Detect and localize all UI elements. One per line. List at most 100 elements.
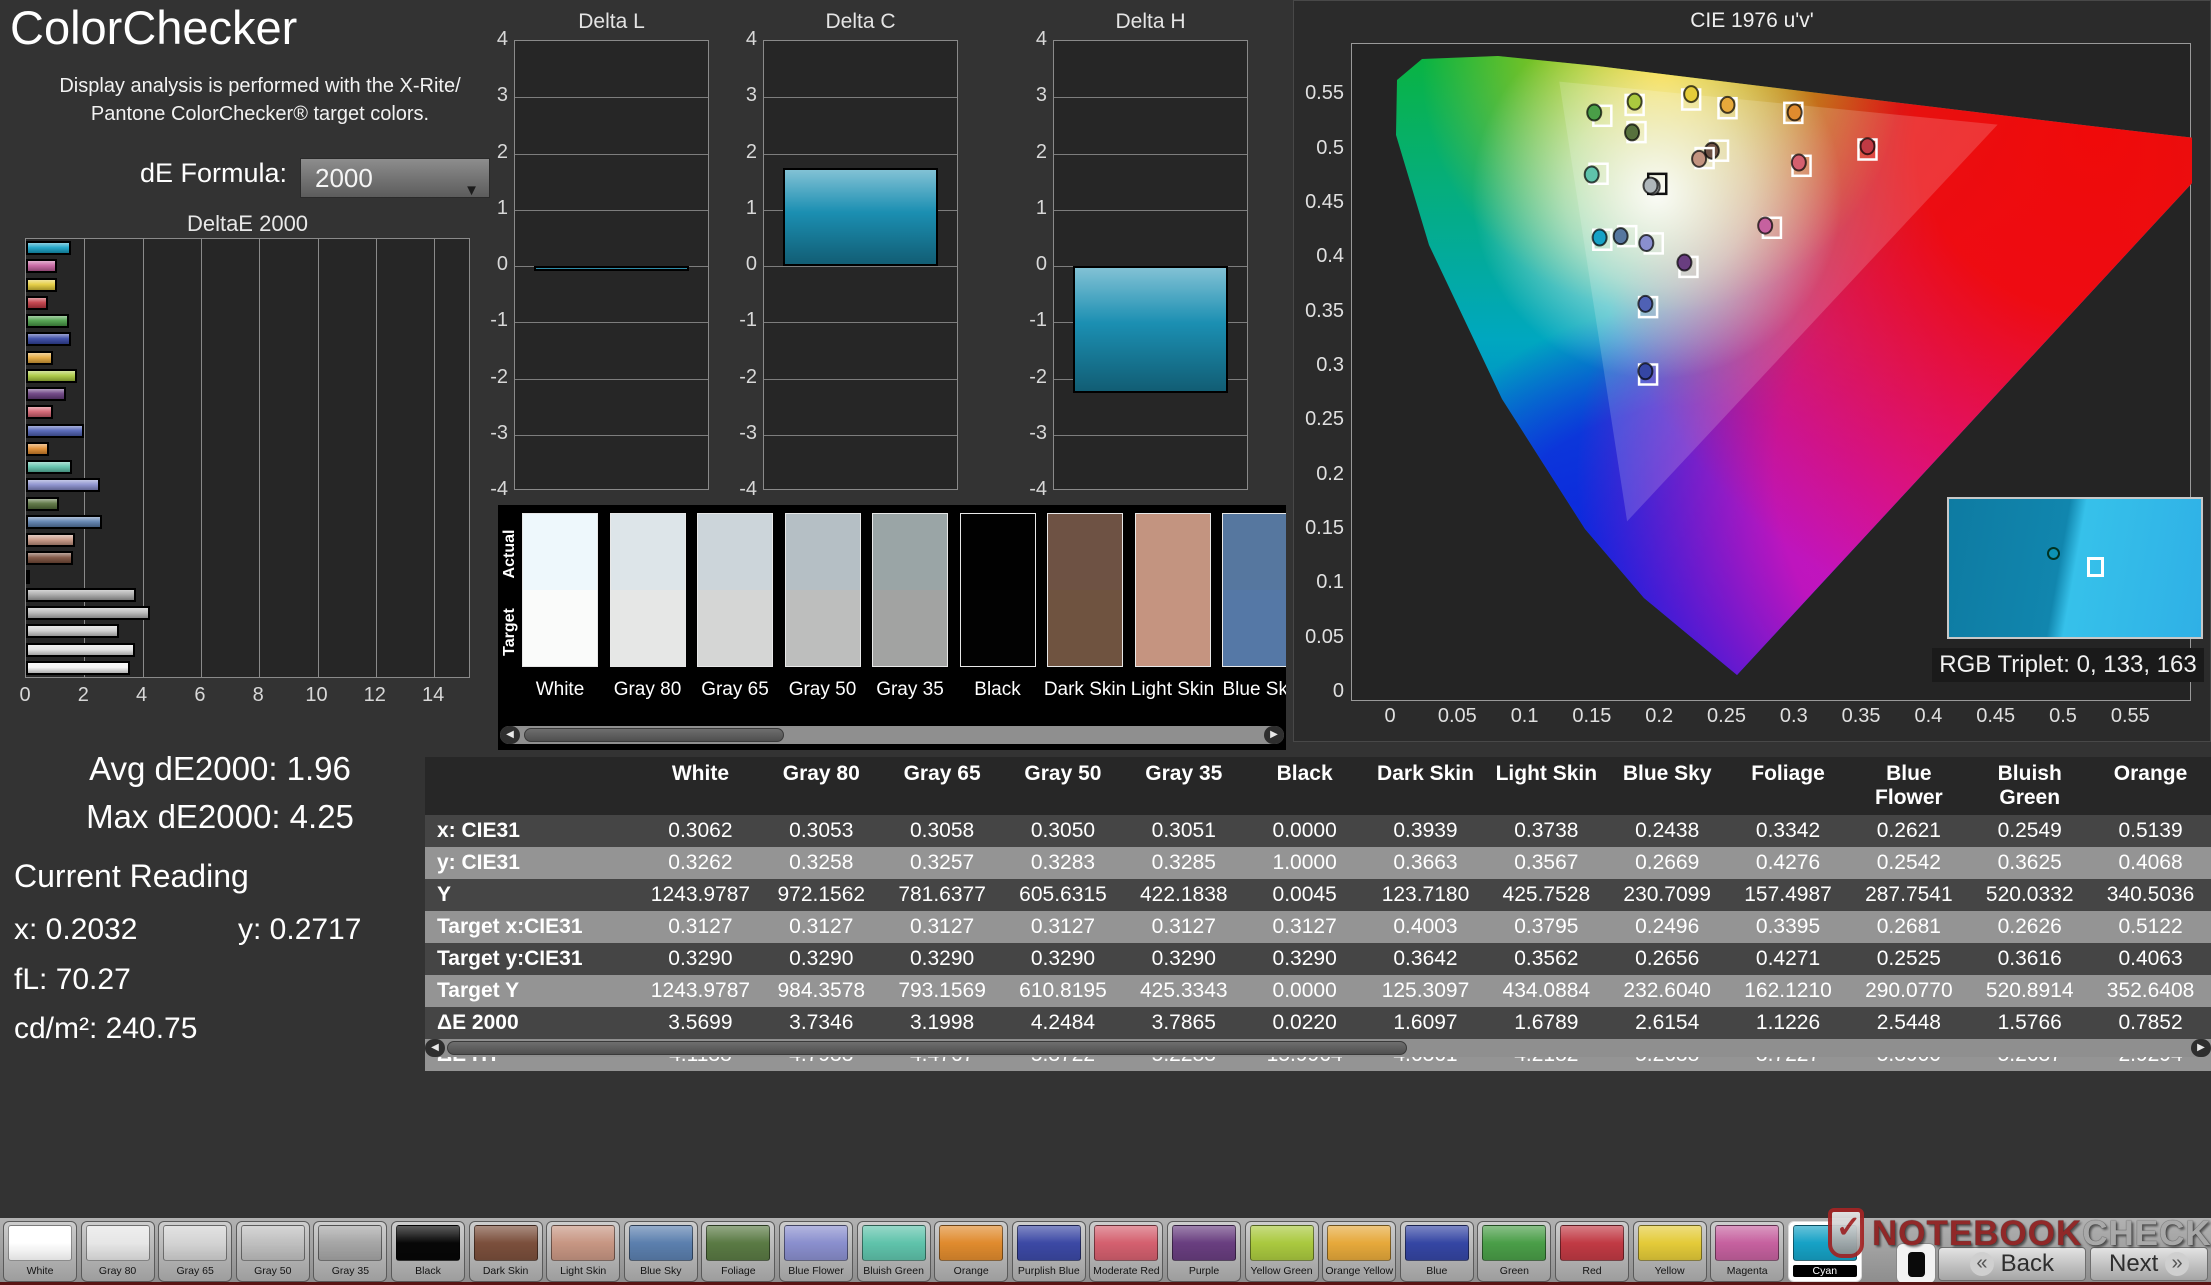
scroll-left-icon[interactable]: ◀ <box>500 726 520 744</box>
y-tick-label: -1 <box>490 309 508 332</box>
table-cell: 520.0332 <box>1969 879 2091 911</box>
patch-color <box>163 1225 228 1261</box>
patch-tile-blue-sky[interactable]: Blue Sky <box>623 1221 698 1282</box>
patch-tile-label: Purplish Blue <box>1017 1265 1080 1277</box>
scroll-left-icon[interactable]: ◀ <box>425 1039 445 1057</box>
de-formula-dropdown[interactable]: 2000 ▼ <box>300 158 490 199</box>
cie-x-tick-label: 0.45 <box>1976 705 2016 727</box>
table-cell: 340.5036 <box>2090 879 2211 911</box>
gridline <box>515 322 708 324</box>
patch-tile-white[interactable]: White <box>3 1221 77 1282</box>
patch-tile-gray-50[interactable]: Gray 50 <box>235 1221 310 1282</box>
bar-purple <box>26 387 66 401</box>
table-cell: 422.1838 <box>1123 879 1245 911</box>
patch-color <box>939 1225 1004 1261</box>
bar-dark-skin <box>26 551 73 566</box>
column-header-black: Black <box>1244 757 1366 815</box>
table-cell: 0.3062 <box>640 815 761 847</box>
delta-bar <box>1073 266 1228 393</box>
table-cell: 1.1226 <box>1727 1007 1849 1039</box>
target-swatch <box>784 590 861 667</box>
scroll-right-icon[interactable]: ▶ <box>1264 726 1284 744</box>
patch-tile-red[interactable]: Red <box>1555 1221 1629 1282</box>
cie-x-tick-label: 0.1 <box>1510 705 1539 727</box>
table-cell: 0.4276 <box>1727 847 1849 879</box>
patch-tile-blue-flower[interactable]: Blue Flower <box>779 1221 853 1282</box>
patch-color <box>1249 1225 1314 1261</box>
y-tick-label: 4 <box>496 28 508 50</box>
chevron-down-icon: ▼ <box>464 182 479 199</box>
chart-plot <box>1053 40 1248 490</box>
table-cell: 0.3258 <box>760 847 882 879</box>
patch-tile-black[interactable]: Black <box>391 1221 465 1282</box>
patch-tile-bluish-green[interactable]: Bluish Green <box>856 1221 931 1282</box>
patch-color <box>1715 1225 1780 1261</box>
table-cell: 0.3127 <box>760 911 882 943</box>
patch-color <box>551 1225 616 1261</box>
measured-point-yellow-green <box>1626 92 1643 111</box>
swatch-scrollbar[interactable]: ◀ ▶ <box>500 726 1284 744</box>
table-cell: 0.2621 <box>1848 815 1970 847</box>
table-cell: 1243.9787 <box>640 975 761 1007</box>
y-tick-label: -3 <box>490 421 508 444</box>
next-button[interactable]: Next » <box>2090 1247 2208 1281</box>
patch-tile-label: Blue Sky <box>640 1265 682 1277</box>
chart-plot <box>763 40 958 490</box>
patch-tile-label: Purple <box>1188 1265 1220 1277</box>
patch-tile-orange-yellow[interactable]: Orange Yellow <box>1322 1221 1397 1282</box>
patch-tile-dark-skin[interactable]: Dark Skin <box>468 1221 543 1282</box>
patch-tile-magenta[interactable]: Magenta <box>1710 1221 1785 1282</box>
patch-tile-label: Blue Flower <box>788 1265 844 1277</box>
patch-color <box>473 1225 538 1261</box>
gridline <box>434 239 436 677</box>
y-tick-label: -4 <box>739 478 757 500</box>
scroll-thumb[interactable] <box>447 1041 1407 1055</box>
patch-tile-foliage[interactable]: Foliage <box>701 1221 776 1282</box>
table-cell: 0.3262 <box>640 847 761 879</box>
patch-color <box>1327 1225 1392 1261</box>
table-cell: 3.1998 <box>881 1007 1003 1039</box>
table-cell: 520.8914 <box>1969 975 2091 1007</box>
patch-tile-light-skin[interactable]: Light Skin <box>546 1221 621 1282</box>
table-cell: 0.2549 <box>1969 815 2091 847</box>
table-cell: 434.0884 <box>1485 975 1607 1007</box>
table-cell: 1.5766 <box>1969 1007 2091 1039</box>
measured-point-orange-yellow <box>1719 95 1736 114</box>
bar-blue <box>26 332 71 347</box>
patch-tile-orange[interactable]: Orange <box>934 1221 1009 1282</box>
measured-point-blue <box>1637 362 1654 381</box>
scroll-right-icon[interactable]: ▶ <box>2191 1039 2211 1057</box>
table-scrollbar[interactable]: ◀ ▶ <box>425 1039 2211 1057</box>
patch-tile-purple[interactable]: Purple <box>1167 1221 1241 1282</box>
x-tick-label: 10 <box>305 684 328 706</box>
avg-de2000: Avg dE2000: 1.96 <box>89 750 351 787</box>
swatch-label: Gray 35 <box>876 679 944 700</box>
patch-tile-blue[interactable]: Blue <box>1399 1221 1474 1282</box>
patch-tile-yellow[interactable]: Yellow <box>1632 1221 1707 1282</box>
patch-tile-purplish-blue[interactable]: Purplish Blue <box>1011 1221 1086 1282</box>
patch-tile-cyan[interactable]: Cyan <box>1787 1221 1862 1282</box>
y-tick-label: 4 <box>1035 28 1047 50</box>
table-cell: 0.2669 <box>1606 847 1728 879</box>
patch-tile-gray-35[interactable]: Gray 35 <box>313 1221 388 1282</box>
back-button[interactable]: « Back <box>1938 1247 2086 1281</box>
table-cell: 0.2542 <box>1848 847 1970 879</box>
chart-title: Delta L <box>578 10 645 33</box>
cie-y-tick-label: 0.15 <box>1305 516 1344 539</box>
max-de2000: Max dE2000: 4.25 <box>86 798 354 835</box>
bar-blue-sky <box>26 514 103 529</box>
gridline <box>317 239 319 677</box>
y-tick-label: 0 <box>745 253 757 275</box>
patch-tile-gray-65[interactable]: Gray 65 <box>158 1221 233 1282</box>
patch-tile-moderate-red[interactable]: Moderate Red <box>1089 1221 1164 1282</box>
patch-tile-green[interactable]: Green <box>1477 1221 1552 1282</box>
scroll-thumb[interactable] <box>524 728 784 742</box>
pattern-toggle-button[interactable] <box>1896 1243 1936 1284</box>
cie-y-tick-label: 0.05 <box>1305 625 1344 648</box>
bar-blue-flower <box>26 478 101 493</box>
table-cell: 290.0770 <box>1848 975 1970 1007</box>
gridline <box>1054 209 1247 211</box>
patch-tile-yellow-green[interactable]: Yellow Green <box>1244 1221 1319 1282</box>
table-cell: 0.3127 <box>1002 911 1124 943</box>
patch-tile-gray-80[interactable]: Gray 80 <box>80 1221 155 1282</box>
